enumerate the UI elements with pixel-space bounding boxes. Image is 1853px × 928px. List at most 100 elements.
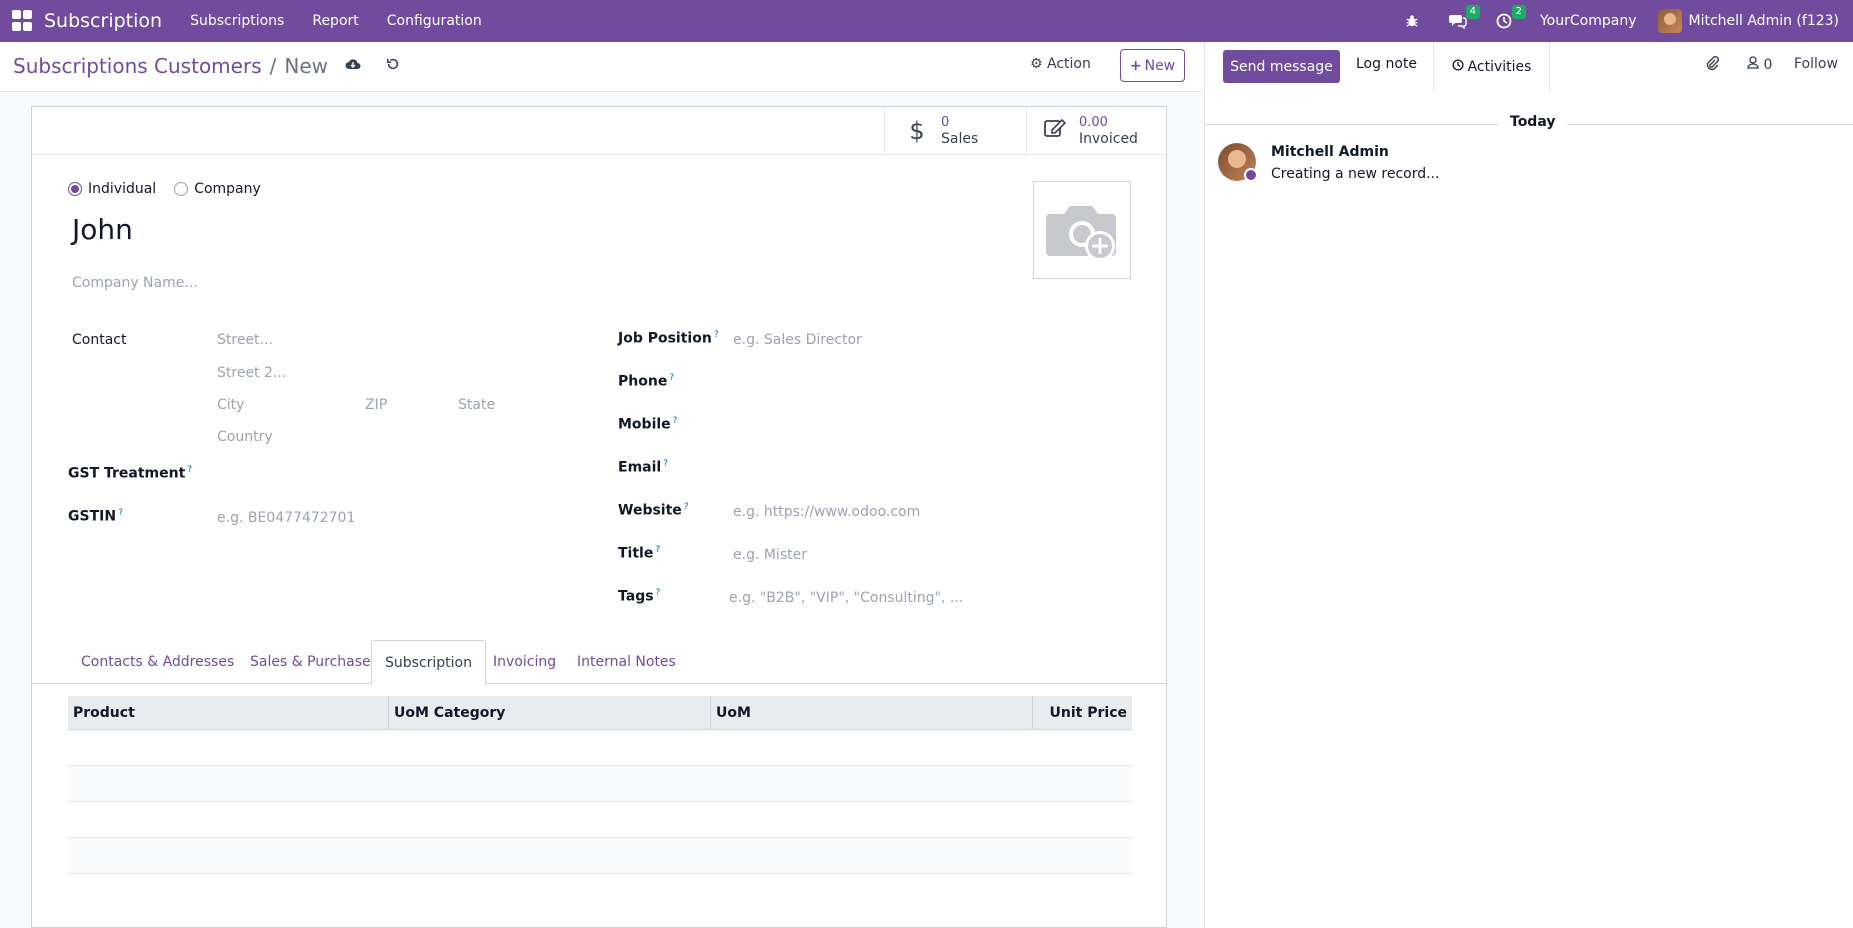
company-switcher[interactable]: YourCompany xyxy=(1540,13,1637,29)
gstin-input[interactable]: e.g. BE0477472701 xyxy=(217,510,355,526)
clock-icon xyxy=(1452,59,1464,75)
column-uom-category[interactable]: UoM Category xyxy=(389,696,711,730)
city-input[interactable]: City xyxy=(217,397,244,413)
discard-icon[interactable] xyxy=(384,57,402,75)
app-title[interactable]: Subscription xyxy=(44,10,162,32)
column-uom[interactable]: UoM xyxy=(711,696,1033,730)
name-input[interactable]: John xyxy=(72,213,133,246)
message-body: Creating a new record... xyxy=(1271,166,1440,182)
title-label: Title? xyxy=(618,545,661,562)
dollar-icon: $ xyxy=(909,117,925,145)
website-input[interactable]: e.g. https://www.odoo.com xyxy=(733,504,920,520)
column-unit-price[interactable]: Unit Price xyxy=(1033,696,1132,730)
breadcrumb-separator: / xyxy=(269,54,277,78)
tab-internal-notes[interactable]: Internal Notes xyxy=(564,640,689,684)
tab-contacts-addresses[interactable]: Contacts & Addresses xyxy=(68,640,247,684)
tags-input[interactable]: e.g. "B2B", "VIP", "Consulting", ... xyxy=(729,590,963,606)
radio-individual[interactable] xyxy=(68,182,82,196)
gst-treatment-label: GST Treatment? xyxy=(68,465,193,482)
breadcrumb: Subscriptions Customers / New xyxy=(13,54,402,78)
state-input[interactable]: State xyxy=(458,397,495,413)
clock-icon[interactable]: 2 xyxy=(1494,5,1526,31)
table-row xyxy=(68,730,1132,766)
menu-report[interactable]: Report xyxy=(312,13,358,29)
breadcrumb-current: New xyxy=(284,54,328,78)
tags-label: Tags? xyxy=(618,588,661,605)
apps-grid-icon[interactable] xyxy=(12,10,34,32)
date-separator: Today xyxy=(1205,114,1853,134)
company-name-input[interactable]: Company Name... xyxy=(72,275,198,291)
table-row xyxy=(68,838,1132,874)
street-input[interactable]: Street... xyxy=(217,332,273,348)
notebook-tabs: Contacts & Addresses Sales & Purchase Su… xyxy=(32,640,1166,685)
user-menu[interactable]: Mitchell Admin (f123) xyxy=(1658,9,1839,33)
mobile-label: Mobile? xyxy=(618,416,678,433)
job-position-input[interactable]: e.g. Sales Director xyxy=(733,332,862,348)
followers-button[interactable]: 0 xyxy=(1747,56,1772,73)
phone-label: Phone? xyxy=(618,373,675,390)
radio-company-label[interactable]: Company xyxy=(194,181,261,197)
photo-upload[interactable] xyxy=(1033,181,1131,279)
online-status-dot xyxy=(1244,168,1258,182)
send-message-button[interactable]: Send message xyxy=(1223,50,1340,83)
log-note-button[interactable]: Log note xyxy=(1356,56,1417,72)
invoiced-label: Invoiced xyxy=(1079,130,1138,147)
messages-badge: 4 xyxy=(1465,5,1480,19)
top-navbar: Subscription Subscriptions Report Config… xyxy=(0,0,1853,42)
company-type-radio: Individual Company xyxy=(68,181,279,197)
attachment-icon[interactable] xyxy=(1705,56,1721,76)
table-row xyxy=(68,766,1132,802)
radio-individual-label[interactable]: Individual xyxy=(88,181,156,197)
email-label: Email? xyxy=(618,459,668,476)
tab-subscription[interactable]: Subscription xyxy=(371,640,486,685)
avatar xyxy=(1658,9,1683,33)
chatter-topbar: Send message Log note Activities 0 Follo… xyxy=(1205,42,1853,92)
menu-configuration[interactable]: Configuration xyxy=(387,13,482,29)
tab-sales-purchase[interactable]: Sales & Purchase xyxy=(237,640,384,684)
action-button[interactable]: ⚙ Action xyxy=(1030,56,1091,72)
subscription-product-table: Product UoM Category UoM Unit Price xyxy=(68,696,1132,874)
street2-input[interactable]: Street 2... xyxy=(217,365,286,381)
sales-label: Sales xyxy=(941,130,979,147)
user-name: Mitchell Admin (f123) xyxy=(1688,13,1839,29)
table-row xyxy=(68,802,1132,838)
today-label: Today xyxy=(1498,114,1568,130)
contact-label: Contact xyxy=(72,332,127,348)
job-position-label: Job Position? xyxy=(618,330,719,347)
user-icon xyxy=(1747,56,1763,73)
breadcrumb-parent[interactable]: Subscriptions Customers xyxy=(13,54,262,78)
button-box: $ 0 Sales 0.00 Invoiced xyxy=(32,107,1166,155)
form-sheet: $ 0 Sales 0.00 Invoiced Individual Compa… xyxy=(31,106,1167,928)
chat-icon[interactable]: 4 xyxy=(1448,5,1480,31)
chatter-panel: Send message Log note Activities 0 Follo… xyxy=(1204,42,1853,928)
tab-invoicing[interactable]: Invoicing xyxy=(480,640,569,684)
sales-value: 0 xyxy=(941,114,950,130)
radio-company[interactable] xyxy=(174,182,189,196)
camera-plus-icon xyxy=(1046,206,1116,261)
gear-icon: ⚙ xyxy=(1030,56,1043,72)
website-label: Website? xyxy=(618,502,689,519)
follow-button[interactable]: Follow xyxy=(1794,56,1838,72)
bug-icon[interactable] xyxy=(1402,11,1422,31)
activities-badge: 2 xyxy=(1511,5,1526,19)
save-cloud-icon[interactable] xyxy=(344,57,362,75)
column-product[interactable]: Product xyxy=(68,696,389,730)
invoiced-stat-button[interactable]: 0.00 Invoiced xyxy=(1026,107,1166,155)
sales-stat-button[interactable]: $ 0 Sales xyxy=(884,107,1026,155)
country-input[interactable]: Country xyxy=(217,429,273,445)
activities-button[interactable]: Activities xyxy=(1433,42,1550,92)
new-label: New xyxy=(1144,57,1176,74)
edit-icon xyxy=(1041,117,1069,145)
table-header: Product UoM Category UoM Unit Price xyxy=(68,696,1132,730)
menu-subscriptions[interactable]: Subscriptions xyxy=(190,13,284,29)
message-author[interactable]: Mitchell Admin xyxy=(1271,144,1389,160)
control-panel: Subscriptions Customers / New ⚙ Action +… xyxy=(0,42,1204,92)
new-button[interactable]: + New xyxy=(1120,49,1185,82)
followers-count: 0 xyxy=(1763,57,1773,73)
title-input[interactable]: e.g. Mister xyxy=(733,547,807,563)
action-label: Action xyxy=(1047,56,1091,72)
activities-label: Activities xyxy=(1467,59,1532,75)
zip-input[interactable]: ZIP xyxy=(365,397,387,413)
gstin-label: GSTIN? xyxy=(68,508,123,525)
invoiced-value: 0.00 xyxy=(1079,114,1108,130)
